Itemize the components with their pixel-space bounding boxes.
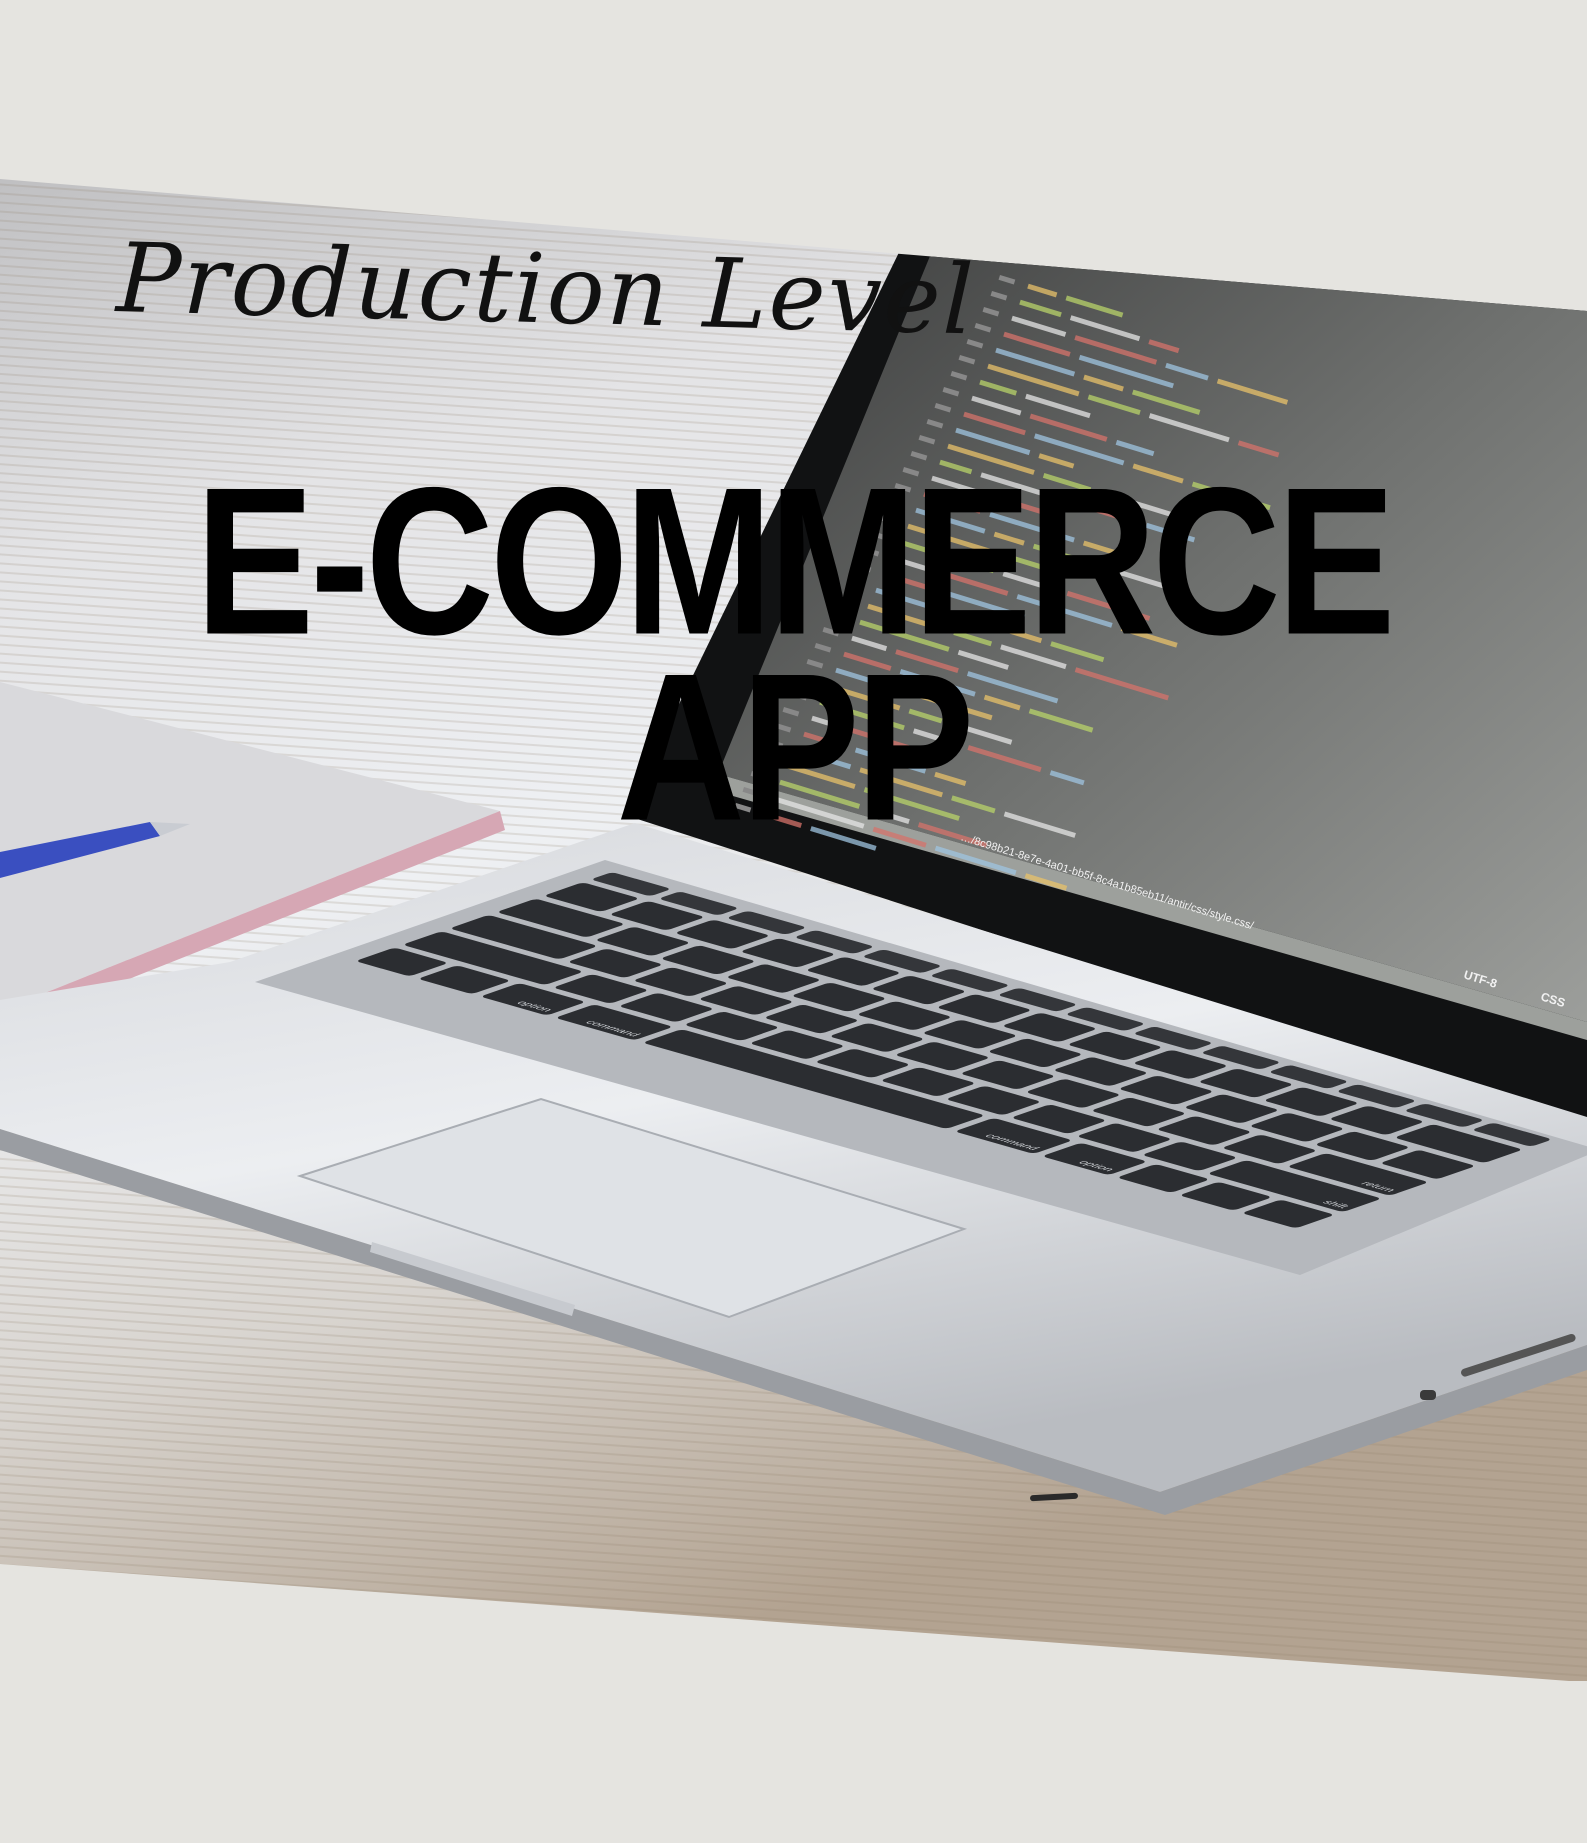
photo-region: …/8c98b21-8e7e-4a01-bb5f-8c4a1b85eb11/an…: [0, 179, 1587, 1681]
headline-line-2: APP: [616, 629, 975, 865]
script-title: Production Level: [115, 222, 977, 357]
port-icon: [1420, 1390, 1436, 1400]
